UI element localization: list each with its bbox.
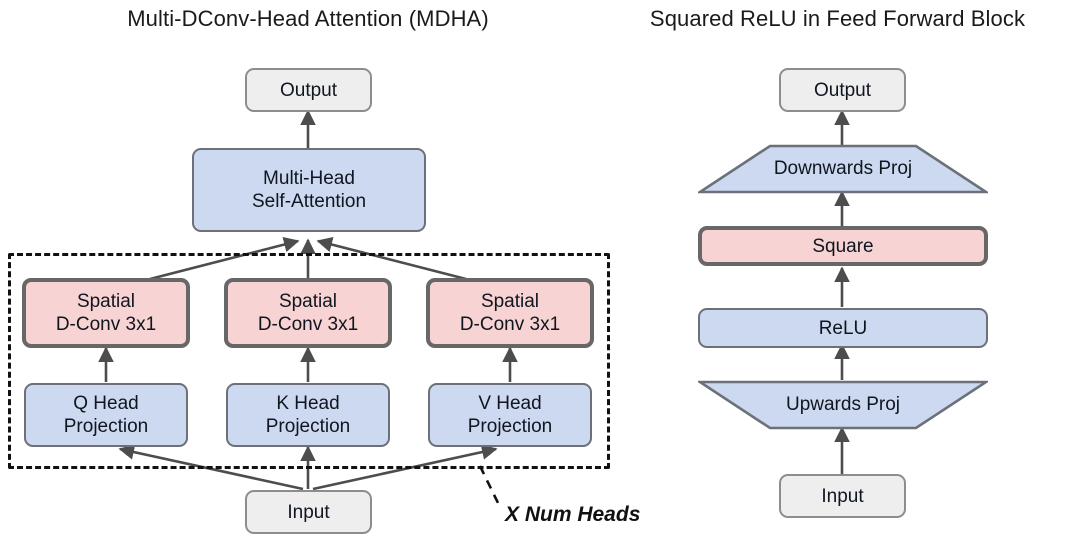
multi-head-self-attention-node[interactable]: Multi-Head Self-Attention <box>192 148 426 232</box>
v-head-projection-node[interactable]: V Head Projection <box>428 383 592 447</box>
right-output-node[interactable]: Output <box>779 68 906 112</box>
annotation-leader-line <box>478 465 501 506</box>
downwards-proj-node[interactable]: Downwards Proj <box>698 144 988 194</box>
left-output-node[interactable]: Output <box>245 68 372 112</box>
q-head-projection-node[interactable]: Q Head Projection <box>24 383 188 447</box>
spatial-dconv-node-v[interactable]: Spatial D-Conv 3x1 <box>426 278 594 348</box>
spatial-dconv-node-q[interactable]: Spatial D-Conv 3x1 <box>22 278 190 348</box>
right-panel-title: Squared ReLU in Feed Forward Block <box>649 6 1026 31</box>
left-input-node[interactable]: Input <box>245 490 372 534</box>
spatial-dconv-node-k[interactable]: Spatial D-Conv 3x1 <box>224 278 392 348</box>
square-node[interactable]: Square <box>698 226 988 266</box>
upwards-proj-node[interactable]: Upwards Proj <box>698 380 988 430</box>
num-heads-annotation: X Num Heads <box>505 503 641 526</box>
k-head-projection-node[interactable]: K Head Projection <box>226 383 390 447</box>
right-input-node[interactable]: Input <box>779 474 906 518</box>
relu-node[interactable]: ReLU <box>698 308 988 348</box>
left-panel-title: Multi-DConv-Head Attention (MDHA) <box>127 6 489 31</box>
